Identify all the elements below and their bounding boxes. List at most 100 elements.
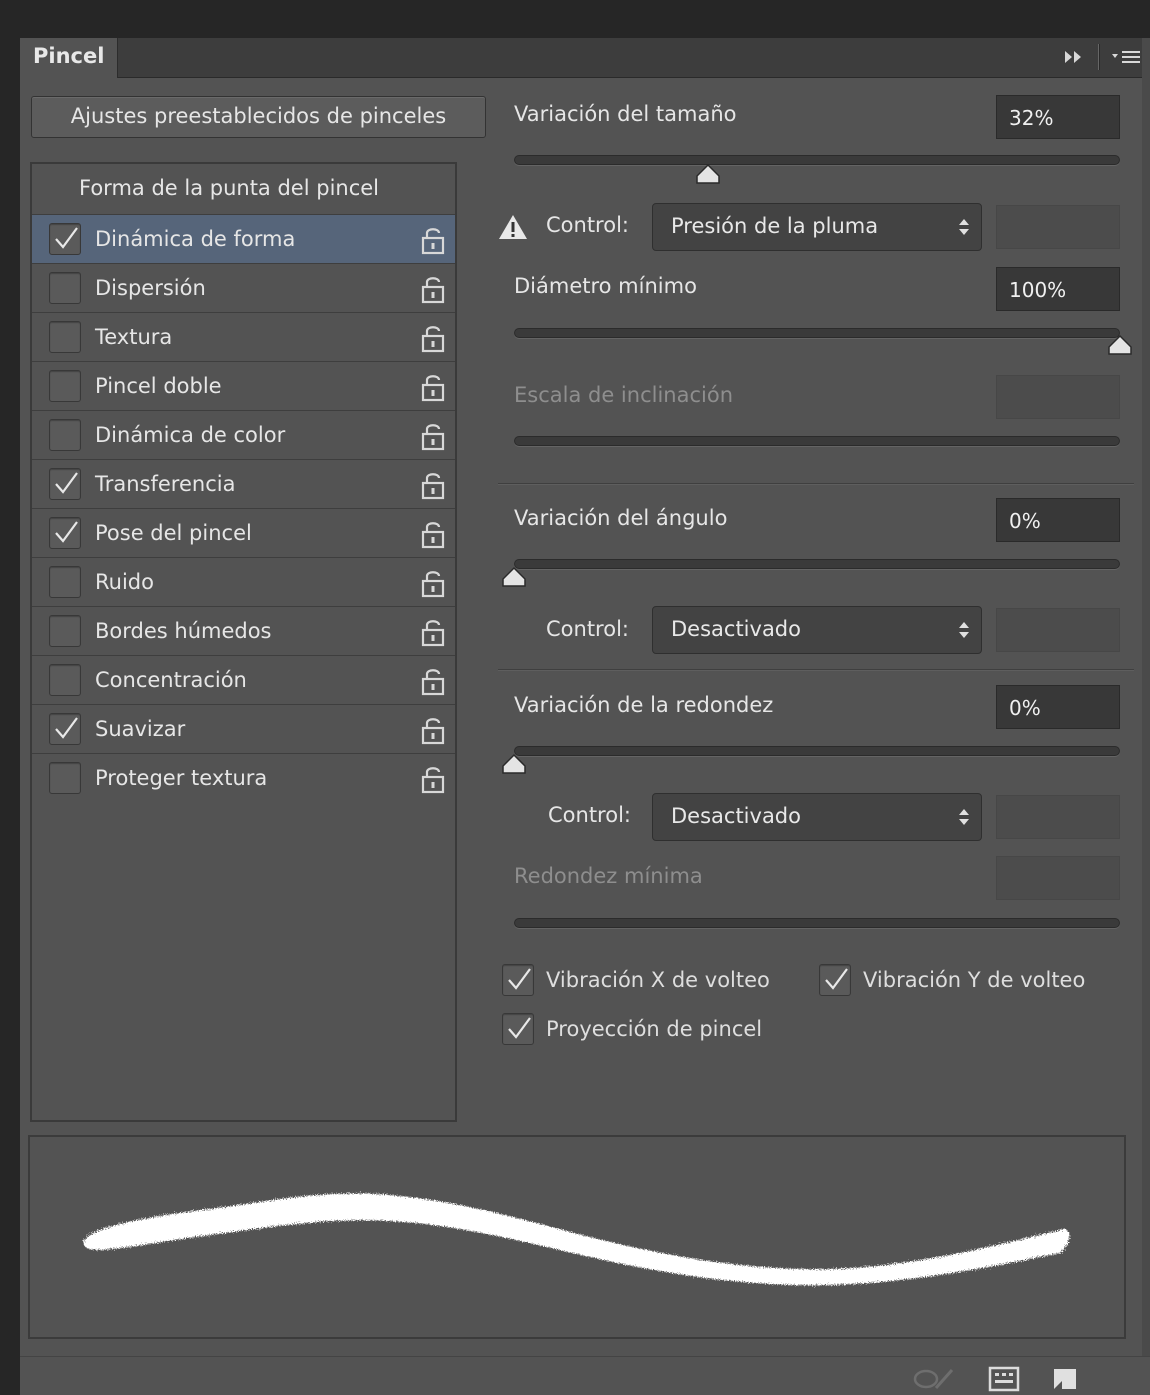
list-item-checkbox[interactable] [49,272,81,304]
unlocked-padlock-icon[interactable] [419,617,447,652]
flip-x-label: Vibración X de volteo [546,968,770,992]
size-jitter-slider-thumb[interactable] [695,163,721,185]
list-item[interactable]: Pose del pincel [32,508,455,557]
list-item[interactable]: Transferencia [32,459,455,508]
unlocked-padlock-icon[interactable] [419,470,447,505]
list-item[interactable]: Dinámica de forma [32,214,455,263]
list-item-label: Concentración [95,668,247,692]
controls-divider [1098,44,1100,70]
panel-menu-icon[interactable] [1110,47,1144,67]
list-item-brush-tip-shape[interactable]: Forma de la punta del pincel [32,164,455,214]
angle-jitter-slider[interactable] [514,559,1120,569]
brush-stroke-preview [28,1135,1126,1339]
unlocked-padlock-icon[interactable] [419,764,447,799]
unlocked-padlock-icon[interactable] [419,225,447,260]
list-item-checkbox[interactable] [49,468,81,500]
select-arrows-icon [959,219,969,235]
angle-jitter-slider-thumb[interactable] [501,566,527,588]
list-item-label: Textura [95,325,173,349]
list-item[interactable]: Dinámica de color [32,410,455,459]
min-roundness-input [996,856,1120,900]
unlocked-padlock-icon[interactable] [419,323,447,358]
list-item[interactable]: Pincel doble [32,361,455,410]
list-item[interactable]: Suavizar [32,704,455,753]
angle-control-label: Control: [546,617,629,641]
tilt-scale-slider [514,436,1120,446]
size-jitter-slider[interactable] [514,155,1120,165]
list-item[interactable]: Proteger textura [32,753,455,802]
flip-y-label: Vibración Y de volteo [863,968,1086,992]
angle-jitter-label: Variación del ángulo [514,506,728,530]
list-item-checkbox[interactable] [49,419,81,451]
list-item-checkbox[interactable] [49,370,81,402]
toggle-live-tip-preview-icon[interactable] [912,1366,956,1395]
angle-jitter-input[interactable]: 0% [996,498,1120,542]
min-diameter-slider-thumb[interactable] [1107,334,1133,356]
unlocked-padlock-icon[interactable] [419,421,447,456]
unlocked-padlock-icon[interactable] [419,715,447,750]
flip-y-checkbox-row[interactable]: Vibración Y de volteo [819,964,1085,996]
list-item[interactable]: Bordes húmedos [32,606,455,655]
list-item-label: Dinámica de color [95,423,286,447]
unlocked-padlock-icon[interactable] [419,519,447,554]
roundness-jitter-label: Variación de la redondez [514,693,774,717]
tilt-scale-input [996,375,1120,419]
size-control-label: Control: [546,213,629,237]
roundness-jitter-input[interactable]: 0% [996,685,1120,729]
list-item-label: Transferencia [95,472,236,496]
tab-brush[interactable]: Pincel [20,38,118,78]
roundness-jitter-slider[interactable] [514,746,1120,756]
collapse-panel-icon[interactable] [1062,47,1088,67]
open-preset-manager-icon[interactable] [988,1366,1020,1395]
checkmark-icon [55,717,78,739]
roundness-control-select[interactable]: Desactivado [652,793,982,841]
min-diameter-input[interactable]: 100% [996,267,1120,311]
angle-control-select[interactable]: Desactivado [652,606,982,654]
app-top-bar [0,0,1150,38]
brush-presets-button[interactable]: Ajustes preestablecidos de pinceles [31,96,486,138]
list-item-checkbox[interactable] [49,517,81,549]
size-control-select[interactable]: Presión de la pluma [652,203,982,251]
select-arrows-icon [959,809,969,825]
list-item-checkbox[interactable] [49,713,81,745]
list-item-checkbox[interactable] [49,223,81,255]
list-item[interactable]: Ruido [32,557,455,606]
unlocked-padlock-icon[interactable] [419,666,447,701]
angle-control-value: Desactivado [671,617,801,641]
unlocked-padlock-icon[interactable] [419,372,447,407]
checkmark-icon [508,1017,531,1039]
list-item-label: Proteger textura [95,766,268,790]
panel-bottom-bar [20,1356,1150,1395]
list-item-checkbox[interactable] [49,321,81,353]
list-item-checkbox[interactable] [49,762,81,794]
brush-projection-checkbox[interactable] [502,1013,534,1045]
create-new-brush-icon[interactable] [1052,1365,1080,1395]
flip-y-checkbox[interactable] [819,964,851,996]
list-item-checkbox[interactable] [49,615,81,647]
unlocked-padlock-icon[interactable] [419,568,447,603]
list-item-label: Dispersión [95,276,206,300]
list-item-checkbox[interactable] [49,664,81,696]
roundness-jitter-slider-thumb[interactable] [501,753,527,775]
list-item[interactable]: Concentración [32,655,455,704]
panel-tab-strip: Pincel [20,38,1150,78]
list-item[interactable]: Textura [32,312,455,361]
angle-control-extra-field [996,608,1120,652]
size-control-extra-field [996,205,1120,249]
unlocked-padlock-icon[interactable] [419,274,447,309]
brush-projection-checkbox-row[interactable]: Proyección de pincel [502,1013,762,1045]
panel-scroll-edge [1142,38,1150,1356]
flip-x-checkbox-row[interactable]: Vibración X de volteo [502,964,770,996]
checkmark-icon [55,227,78,249]
flip-x-checkbox[interactable] [502,964,534,996]
brush-options-list: Forma de la punta del pincel Dinámica de… [30,162,457,1122]
size-jitter-input[interactable]: 32% [996,95,1120,139]
list-item-label: Bordes húmedos [95,619,272,643]
list-item[interactable]: Dispersión [32,263,455,312]
list-item-checkbox[interactable] [49,566,81,598]
section-divider [498,669,1134,671]
tilt-scale-label: Escala de inclinación [514,383,734,407]
min-diameter-slider[interactable] [514,328,1120,338]
list-item-label: Dinámica de forma [95,227,296,251]
panel-controls [1062,44,1144,70]
